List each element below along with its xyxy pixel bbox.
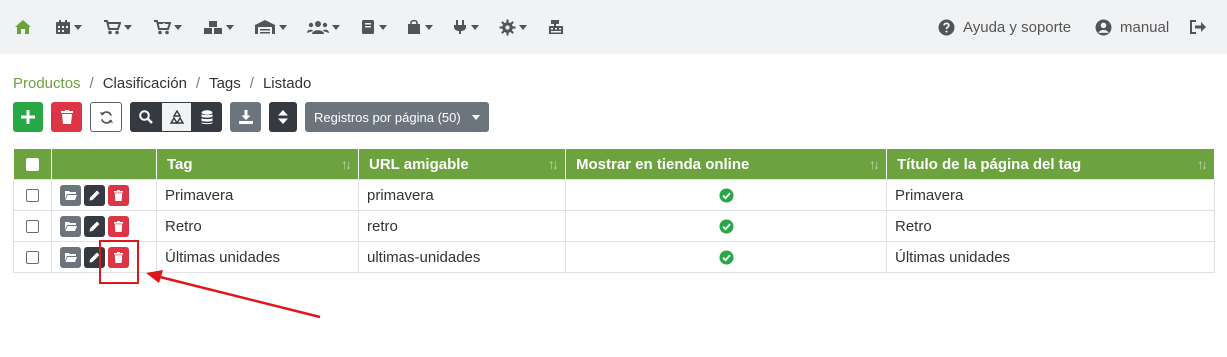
annotation-arrow (146, 270, 321, 319)
